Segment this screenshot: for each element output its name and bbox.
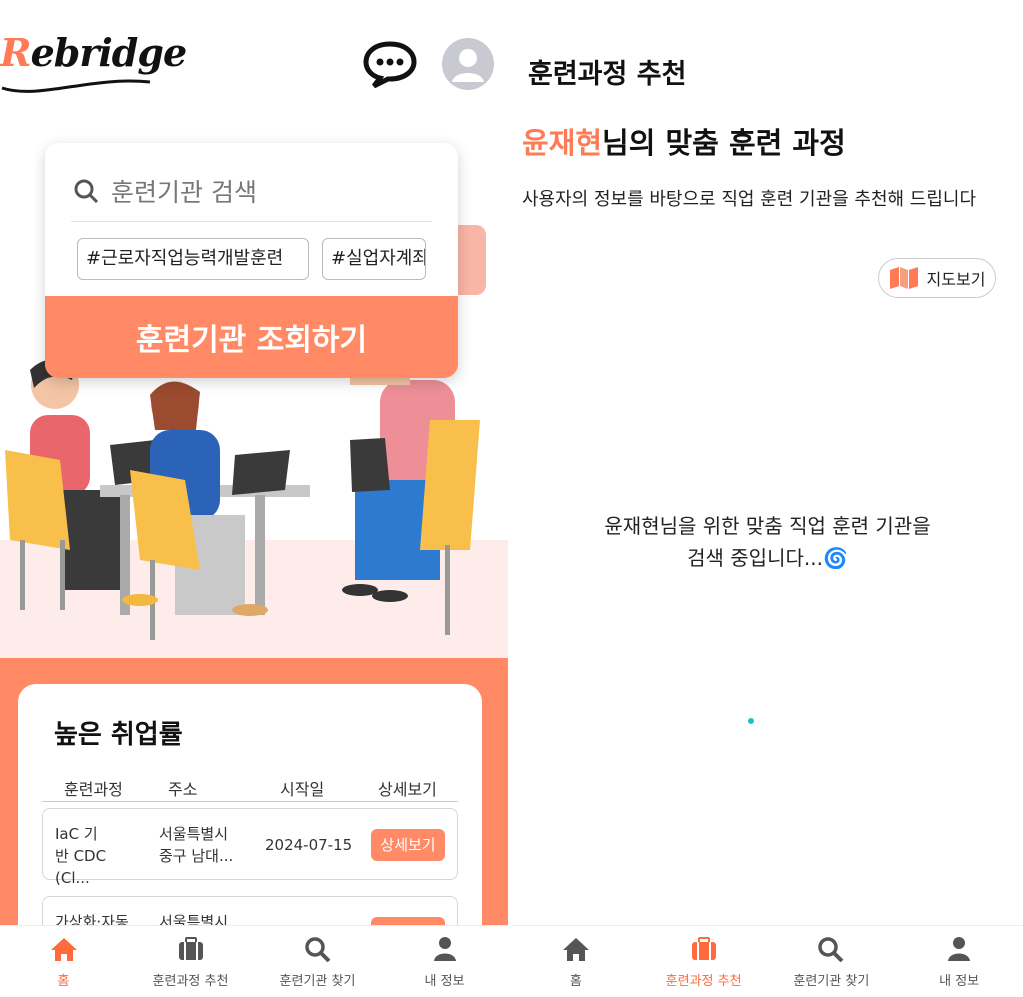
briefcase-icon <box>691 937 716 960</box>
search-icon <box>818 937 844 962</box>
nav-home[interactable]: 홈 <box>512 926 640 997</box>
map-icon <box>889 267 918 289</box>
nav-my-info[interactable]: 내 정보 <box>895 926 1023 997</box>
filter-tag[interactable]: #실업자계좌 <box>322 238 426 280</box>
page-subtitle: 윤재현님의 맞춤 훈련 과정 <box>522 126 846 160</box>
briefcase-icon <box>178 937 203 960</box>
user-icon <box>433 937 456 961</box>
home-screen: Rebridge 훈련기관 검색 #근로자직업능력개발훈련 #실업자계좌 훈련기… <box>0 0 508 997</box>
search-institution-button[interactable]: 훈련기관 조회하기 <box>45 296 458 378</box>
column-header: 훈련과정 <box>64 780 123 799</box>
column-header: 상세보기 <box>378 780 437 799</box>
nav-find-institution[interactable]: 훈련기관 찾기 <box>768 926 896 997</box>
start-date-cell: 2024-07-15 <box>265 836 353 854</box>
search-input[interactable]: 훈련기관 검색 <box>73 173 257 209</box>
detail-button[interactable]: 상세보기 <box>371 829 445 861</box>
chat-icon[interactable] <box>362 40 418 88</box>
table-row[interactable]: IaC 기반 CDC (Cl... 서울특별시 중구 남대... 2024-07-… <box>42 808 458 887</box>
page-title: 훈련과정 추천 <box>528 59 687 90</box>
loading-spinner <box>748 718 754 724</box>
search-icon <box>304 937 330 962</box>
logo-swoosh <box>1 79 151 93</box>
divider <box>71 221 432 222</box>
app-logo[interactable]: Rebridge <box>0 30 187 75</box>
nav-course-recommend[interactable]: 훈련과정 추천 <box>640 926 768 997</box>
map-view-button[interactable]: 지도보기 <box>878 258 996 298</box>
user-icon <box>948 937 971 961</box>
high-employment-card: 높은 취업률 훈련과정 주소 시작일 상세보기 IaC 기반 CDC (Cl..… <box>18 684 482 968</box>
search-card: 훈련기관 검색 #근로자직업능력개발훈련 #실업자계좌 훈련기관 조회하기 <box>45 143 458 378</box>
side-peek-button <box>456 225 486 295</box>
bottom-nav: 홈 훈련과정 추천 훈련기관 찾기 내 정보 <box>512 925 1023 997</box>
user-icon <box>452 49 484 82</box>
user-name: 윤재현 <box>522 126 603 160</box>
home-icon <box>562 938 589 961</box>
loading-message: 윤재현님을 위한 맞춤 직업 훈련 기관을 검색 중입니다...🌀 <box>604 514 931 570</box>
nav-my-info[interactable]: 내 정보 <box>381 926 508 997</box>
column-header: 주소 <box>168 780 198 799</box>
table-header: 훈련과정 주소 시작일 상세보기 <box>42 776 458 802</box>
recommend-screen: 훈련과정 추천 윤재현님의 맞춤 훈련 과정 사용자의 정보를 바탕으로 직업 … <box>512 0 1023 997</box>
column-header: 시작일 <box>280 780 325 799</box>
page-description: 사용자의 정보를 바탕으로 직업 훈련 기관을 추천해 드립니다 <box>522 189 977 210</box>
search-icon <box>74 179 99 204</box>
nav-course-recommend[interactable]: 훈련과정 추천 <box>127 926 254 997</box>
course-cell: IaC 기반 CDC (Cl... <box>55 825 107 887</box>
nav-find-institution[interactable]: 훈련기관 찾기 <box>254 926 381 997</box>
address-cell: 서울특별시 중구 남대... <box>159 825 234 865</box>
search-placeholder: 훈련기관 검색 <box>111 178 257 207</box>
filter-tag[interactable]: #근로자직업능력개발훈련 <box>77 238 309 280</box>
nav-home[interactable]: 홈 <box>0 926 127 997</box>
avatar[interactable] <box>442 38 494 90</box>
home-icon <box>50 938 77 961</box>
section-title: 높은 취업률 <box>54 720 183 750</box>
bottom-nav: 홈 훈련과정 추천 훈련기관 찾기 내 정보 <box>0 925 508 997</box>
